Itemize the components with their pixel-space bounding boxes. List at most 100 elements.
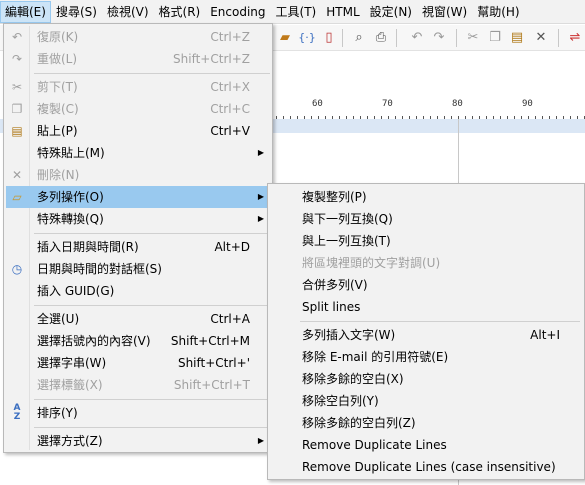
label: Remove Duplicate Lines (case insensitive… (302, 460, 556, 474)
menu-bar: 編輯(E) 搜尋(S) 檢視(V) 格式(R) Encoding 工具(T) H… (0, 0, 585, 24)
folder-arrow-icon[interactable]: ▰ (276, 29, 294, 47)
label: 剪下(T) (37, 80, 78, 94)
menu-item-select-mode[interactable]: 選擇方式(Z) ▶ (6, 430, 270, 452)
submenu-item-remove-extra-blank-lines[interactable]: 移除多餘的空白列(Z) (270, 412, 582, 434)
label: 重做(L) (37, 52, 78, 66)
menu-view[interactable]: 檢視(V) (102, 1, 154, 23)
label: 插入 GUID(G) (37, 284, 115, 298)
menu-settings[interactable]: 設定(N) (365, 1, 417, 23)
clock-icon: ◷ (11, 262, 23, 276)
shortcut: Ctrl+Z (210, 30, 250, 44)
shortcut: Alt+D (214, 240, 250, 254)
cut-icon[interactable]: ✂ (464, 29, 482, 47)
menu-item-delete[interactable]: ✕ 刪除(N) (6, 164, 270, 186)
submenu-item-remove-email-quote[interactable]: 移除 E-mail 的引用符號(E) (270, 346, 582, 368)
submenu-item-duplicate-line[interactable]: 複製整列(P) (270, 186, 582, 208)
submenu-arrow-icon: ▶ (257, 148, 264, 157)
label: 插入日期與時間(R) (37, 240, 139, 254)
brackets-icon[interactable]: {·} (298, 29, 316, 47)
column-icon[interactable]: ▯ (320, 29, 338, 47)
copy-icon[interactable]: ❐ (486, 29, 504, 47)
label: 移除多餘的空白列(Z) (302, 416, 416, 430)
submenu-item-insert-text[interactable]: 多列插入文字(W) Alt+I (270, 324, 582, 346)
label: 特殊轉換(Q) (37, 212, 104, 226)
print-icon[interactable]: ⎙ (372, 29, 390, 47)
print-preview-icon[interactable]: ⌕ (350, 29, 368, 47)
label: Remove Duplicate Lines (302, 438, 447, 452)
submenu-item-merge-lines[interactable]: 合併多列(V) (270, 274, 582, 296)
folder-icon: ▱ (12, 190, 22, 204)
multi-line-submenu: 複製整列(P) 與下一列互換(Q) 與上一列互換(T) 將區塊裡頭的文字對調(U… (267, 183, 585, 480)
menu-item-redo[interactable]: ↷ 重做(L) Shift+Ctrl+Z (6, 48, 270, 70)
menu-item-undo[interactable]: ↶ 復原(K) Ctrl+Z (6, 26, 270, 48)
label: 特殊貼上(M) (37, 146, 105, 160)
menu-item-sort[interactable]: AZ 排序(Y) (6, 402, 270, 424)
menu-tools[interactable]: 工具(T) (271, 1, 322, 23)
shortcut: Shift+Ctrl+' (177, 356, 250, 370)
edit-menu: ↶ 復原(K) Ctrl+Z ↷ 重做(L) Shift+Ctrl+Z ✂ 剪下… (3, 23, 273, 453)
label: 多列操作(O) (37, 190, 104, 204)
ruler-label: 60 (312, 99, 323, 109)
shortcut: Ctrl+X (210, 80, 250, 94)
label: 排序(Y) (37, 406, 78, 420)
ruler-label: 70 (382, 99, 393, 109)
submenu-item-remove-blank-lines[interactable]: 移除空白列(Y) (270, 390, 582, 412)
label: 移除多餘的空白(X) (302, 372, 404, 386)
cut-icon: ✂ (11, 80, 23, 94)
submenu-item-remove-extra-spaces[interactable]: 移除多餘的空白(X) (270, 368, 582, 390)
label: 日期與時間的對話框(S) (37, 262, 162, 276)
menu-search[interactable]: 搜尋(S) (51, 1, 102, 23)
submenu-item-remove-duplicates[interactable]: Remove Duplicate Lines (270, 434, 582, 456)
submenu-item-align-block[interactable]: 將區塊裡頭的文字對調(U) (270, 252, 582, 274)
label: 複製(C) (37, 102, 79, 116)
paste-icon: ▤ (11, 124, 23, 138)
label: 多列插入文字(W) (302, 328, 396, 342)
shortcut: Ctrl+A (210, 312, 250, 326)
delete-icon: ✕ (11, 168, 23, 182)
menu-window[interactable]: 視窗(W) (417, 1, 472, 23)
submenu-item-split-lines[interactable]: Split lines (270, 296, 582, 318)
menu-html[interactable]: HTML (321, 1, 364, 23)
ruler-label: 90 (522, 99, 533, 109)
menu-item-select-string[interactable]: 選擇字串(W) Shift+Ctrl+' (6, 352, 270, 374)
redo-icon: ↷ (11, 52, 23, 66)
label: 選擇方式(Z) (37, 434, 103, 448)
label: 移除空白列(Y) (302, 394, 379, 408)
label: 合併多列(V) (302, 278, 368, 292)
label: 選擇標籤(X) (37, 378, 103, 392)
menu-item-paste[interactable]: ▤ 貼上(P) Ctrl+V (6, 120, 270, 142)
shortcut: Ctrl+V (210, 124, 250, 138)
copy-icon: ❐ (11, 102, 23, 116)
menu-help[interactable]: 幫助(H) (472, 1, 524, 23)
menu-item-datetime-dialog[interactable]: ◷ 日期與時間的對話框(S) (6, 258, 270, 280)
shortcut: Shift+Ctrl+Z (173, 52, 250, 66)
paste-icon[interactable]: ▤ (508, 29, 526, 47)
label: 全選(U) (37, 312, 80, 326)
menu-encoding[interactable]: Encoding (205, 1, 270, 23)
label: 與上一列互換(T) (302, 234, 391, 248)
menu-item-paste-special[interactable]: 特殊貼上(M) ▶ (6, 142, 270, 164)
menu-item-select-brackets[interactable]: 選擇括號內的內容(V) Shift+Ctrl+M (6, 330, 270, 352)
menu-item-insert-guid[interactable]: 插入 GUID(G) (6, 280, 270, 302)
menu-item-special-convert[interactable]: 特殊轉換(Q) ▶ (6, 208, 270, 230)
sort-az-icon: AZ (13, 403, 21, 422)
menu-item-multi-line[interactable]: ▱ 多列操作(O) ▶ (6, 186, 270, 208)
submenu-item-swap-down[interactable]: 與下一列互換(Q) (270, 208, 582, 230)
label: 貼上(P) (37, 124, 78, 138)
undo-icon[interactable]: ↶ (408, 29, 426, 47)
submenu-item-swap-up[interactable]: 與上一列互換(T) (270, 230, 582, 252)
menu-item-select-tag[interactable]: 選擇標籤(X) Shift+Ctrl+T (6, 374, 270, 396)
menu-item-insert-datetime[interactable]: 插入日期與時間(R) Alt+D (6, 236, 270, 258)
submenu-item-remove-duplicates-ci[interactable]: Remove Duplicate Lines (case insensitive… (270, 456, 582, 478)
label: 選擇字串(W) (37, 356, 107, 370)
label: Split lines (302, 300, 361, 314)
menu-item-select-all[interactable]: 全選(U) Ctrl+A (6, 308, 270, 330)
redo-icon[interactable]: ↷ (430, 29, 448, 47)
menu-item-copy[interactable]: ❐ 複製(C) Ctrl+C (6, 98, 270, 120)
wrap-icon[interactable]: ⇌ (566, 29, 584, 47)
menu-format[interactable]: 格式(R) (154, 1, 206, 23)
submenu-arrow-icon: ▶ (257, 192, 264, 201)
menu-edit[interactable]: 編輯(E) (0, 0, 51, 23)
delete-icon[interactable]: ✕ (532, 29, 550, 47)
menu-item-cut[interactable]: ✂ 剪下(T) Ctrl+X (6, 76, 270, 98)
